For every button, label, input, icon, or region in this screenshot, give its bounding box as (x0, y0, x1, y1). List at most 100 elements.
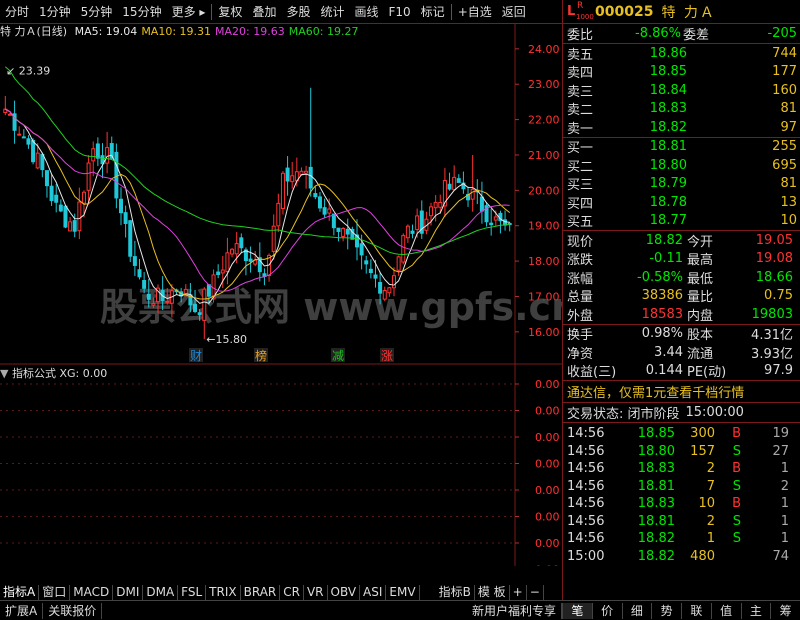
book-price: 18.86 (649, 45, 687, 61)
tick-price: 18.83 (637, 496, 675, 512)
toolbar-item[interactable]: 统计 (315, 2, 349, 22)
tick-row: 14:56 18.83 10 B 1 (563, 495, 800, 513)
kline-chart[interactable]: 24.0023.0022.0021.0020.0019.0018.0017.00… (0, 24, 562, 566)
toolbar-item[interactable]: 1分钟 (34, 2, 76, 22)
tick-side: S (732, 443, 741, 459)
tick-time: 14:56 (567, 496, 605, 512)
order-book-row: 买四 18.78 13 (563, 193, 800, 212)
toolbar-item[interactable]: 5分钟 (76, 2, 118, 22)
candle-body (290, 175, 295, 183)
indicator-tab[interactable]: 模 板 (475, 585, 510, 600)
event-badge[interactable]: 榜 (254, 348, 268, 363)
quote-tab[interactable]: 势 (651, 602, 681, 619)
toolbar-item[interactable]: +自选 (453, 2, 497, 22)
tab-related-quote[interactable]: 关联报价 (43, 602, 103, 619)
book-volume: 255 (772, 139, 797, 155)
indicator-tab[interactable]: TRIX (206, 585, 241, 600)
toolbar-item[interactable]: 标记 (416, 2, 450, 22)
book-level-label: 卖二 (567, 103, 594, 119)
tick-row: 14:56 18.83 2 B 1 (563, 460, 800, 478)
tick-volume: 7 (706, 478, 715, 494)
indicator-tab[interactable]: DMA (143, 585, 179, 600)
toolbar-item[interactable]: 多股 (281, 2, 315, 22)
event-badge[interactable]: 减 (331, 348, 345, 363)
candle-body (91, 148, 96, 162)
quote-tab[interactable]: 值 (710, 602, 741, 619)
indicator-tab[interactable]: OBV (328, 585, 361, 600)
toolbar-item[interactable]: 复权 (213, 2, 247, 22)
tick-price: 18.81 (637, 513, 675, 529)
quote-tab[interactable]: 主 (740, 602, 771, 619)
toolbar-item[interactable]: 更多 ▸ (167, 2, 211, 22)
indicator-tab[interactable]: DMI (113, 585, 144, 600)
quote-tab[interactable]: 笔 (562, 602, 592, 619)
toolbar-item[interactable]: 画线 (349, 2, 383, 22)
indicator-tab[interactable]: VR (304, 585, 328, 600)
candle-body (202, 288, 207, 321)
candle-body (118, 198, 123, 214)
stat-row: 外盘 18583 内盘 19803 (563, 305, 800, 324)
candle-body (280, 172, 285, 210)
indicator-tab[interactable]: 指标B (436, 585, 475, 600)
indicator-tab[interactable]: EMV (386, 585, 420, 600)
fund-value: 0.98% (641, 326, 683, 342)
stat-row: 现价 18.82 今开 19.05 (563, 231, 800, 250)
tick-row: 14:56 18.81 7 S 2 (563, 478, 800, 496)
collapse-icon[interactable]: ▼ (0, 367, 8, 380)
tick-price: 18.82 (637, 531, 675, 547)
stat-row: 涨幅 -0.58% 最低 18.66 (563, 268, 800, 287)
tick-list[interactable]: 14:56 18.85 300 B 19 14:56 18.80 157 S 27 14:56 18.… (563, 423, 800, 565)
tick-side: S (732, 478, 741, 494)
stat-label: 现价 (567, 234, 594, 250)
candle-body (137, 269, 142, 278)
tick-volume: 157 (690, 443, 715, 459)
fund-row: 净资 3.44 流通 3.93亿 (563, 343, 800, 362)
fund-label: PE(动) (687, 365, 727, 381)
book-volume: 744 (772, 45, 797, 61)
quote-tab[interactable]: 筹 (770, 602, 800, 619)
indicator-tab[interactable]: + (510, 585, 527, 600)
book-price: 18.83 (649, 101, 687, 117)
tick-side: B (732, 461, 741, 477)
order-book-row: 买二 18.80 695 (563, 156, 800, 175)
quote-tab[interactable]: 联 (681, 602, 711, 619)
candle-body (438, 202, 443, 208)
quote-tab[interactable]: 价 (591, 602, 622, 619)
tab-extension-a[interactable]: 扩展A (0, 602, 44, 619)
toolbar-item[interactable]: 返回 (497, 2, 531, 22)
main-chart-header: 特 力Ａ(日线) MA5: 19.04 MA10: 19.31 MA20: 19.6… (0, 24, 515, 40)
indicator-tab[interactable]: FSL (178, 585, 207, 600)
indicator-tick-label: 0.00 (535, 537, 560, 550)
indicator-tab[interactable]: CR (280, 585, 304, 600)
toolbar-item[interactable]: 叠加 (247, 2, 281, 22)
stat-value: 0.75 (764, 288, 793, 304)
toolbar-item[interactable]: 分时 (0, 2, 34, 22)
indicator-tabs: 指标A 窗口 MACD DMI DMA FSL TRIX BRAR CR VR OBV ASI EMV 指… (0, 584, 562, 600)
book-price: 18.82 (649, 119, 687, 135)
ma-label: MA5: 19.04 (74, 25, 138, 38)
candle-body (193, 303, 198, 313)
book-price: 18.78 (649, 194, 687, 210)
indicator-tab[interactable]: ASI (360, 585, 387, 600)
tick-volume: 300 (690, 426, 715, 442)
weibi-row: 委比 -8.86% 委差 -205 (563, 24, 800, 44)
toolbar-item[interactable]: 15分钟 (117, 2, 166, 22)
book-level-label: 买四 (567, 196, 594, 212)
new-user-promo[interactable]: 新用户福利专享 (467, 602, 562, 619)
promo-text[interactable]: 通达信，仅需1元查看千档行情 (563, 382, 744, 401)
indicator-tab[interactable]: BRAR (241, 585, 281, 600)
indicator-tab[interactable]: 指标A (0, 585, 40, 600)
candle-body (31, 140, 36, 163)
toolbar-item[interactable]: F10 (384, 2, 416, 22)
tick-price: 18.80 (637, 443, 675, 459)
high-marker: ↙ 23.39 (6, 64, 50, 77)
indicator-tab[interactable]: MACD (70, 585, 114, 600)
quote-tab[interactable]: 细 (621, 602, 652, 619)
promo-banner[interactable]: 通达信，仅需1元查看千档行情 (563, 381, 800, 403)
event-badge[interactable]: 财 (189, 348, 203, 363)
event-badge[interactable]: 涨 (380, 348, 394, 363)
indicator-tab[interactable]: − (527, 585, 544, 600)
event-badge-label: 榜 (255, 348, 267, 363)
candle-body (132, 256, 137, 266)
indicator-tab[interactable]: 窗口 (39, 585, 71, 600)
